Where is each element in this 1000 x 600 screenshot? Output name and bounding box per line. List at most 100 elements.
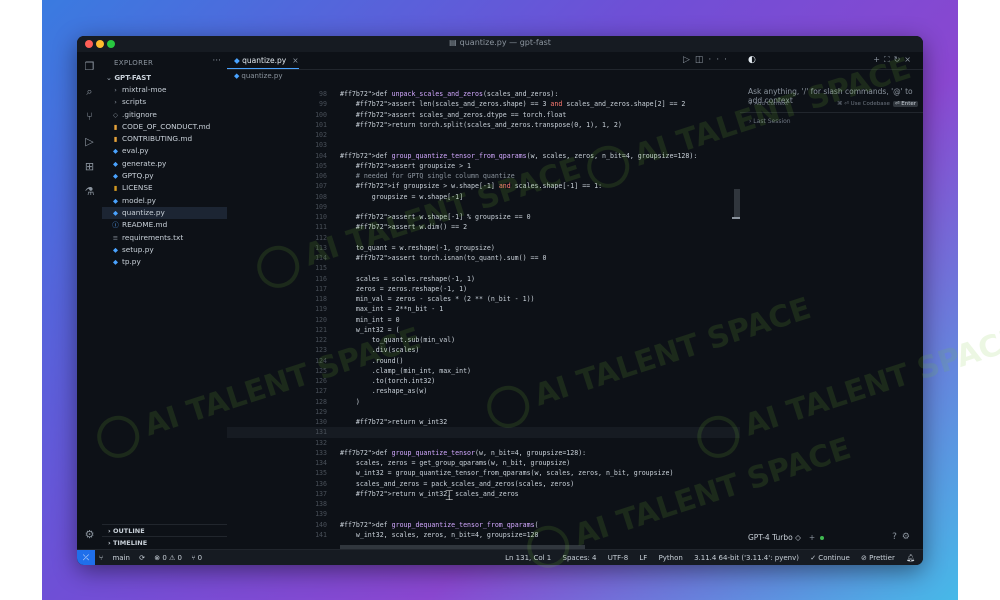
history-icon[interactable]: ↻ — [894, 55, 905, 64]
code-view[interactable]: 98 #ff7b72">def unpack_scales_and_zeros(s… — [227, 89, 740, 540]
code-line[interactable]: 107 #ff7b72">if groupsize > w.shape[-1] … — [227, 181, 740, 191]
model-selector[interactable]: GPT-4 Turbo ◇ + — [748, 533, 825, 542]
file-tree-item[interactable]: ⓘ README.md — [102, 219, 227, 231]
tab-quantize-py[interactable]: ◆ quantize.py × — [227, 52, 299, 69]
last-session-toggle[interactable]: › Last Session — [749, 118, 791, 125]
new-session-icon[interactable]: + — [873, 55, 884, 64]
code-line[interactable]: 99 #ff7b72">assert len(scales_and_zeros.… — [227, 99, 740, 109]
code-line[interactable]: 140 #ff7b72">def group_dequantize_tensor_… — [227, 520, 740, 530]
code-line[interactable]: 111 #ff7b72">assert w.dim() == 2 — [227, 222, 740, 232]
code-line[interactable]: 103 — [227, 140, 740, 150]
file-tree-item[interactable]: ◇ .gitignore — [102, 109, 227, 121]
code-line[interactable]: 121 w_int32 = ( — [227, 325, 740, 335]
workspace-root[interactable]: ⌄ GPT-FAST — [106, 74, 151, 82]
ports-status[interactable]: ⑂ 0 — [191, 554, 202, 562]
code-line[interactable]: 127 .reshape_as(w) — [227, 386, 740, 396]
code-line[interactable]: 126 .to(torch.int32) — [227, 376, 740, 386]
code-line[interactable]: 135 w_int32 = group_quantize_tensor_from… — [227, 468, 740, 478]
code-line[interactable]: 117 zeros = zeros.reshape(-1, 1) — [227, 284, 740, 294]
close-tab-icon[interactable]: × — [292, 56, 298, 65]
source-control-icon[interactable]: ⑂ — [83, 110, 96, 123]
cursor-position[interactable]: Ln 131, Col 1 — [505, 554, 551, 562]
code-line[interactable]: 120 min_int = 0 — [227, 315, 740, 325]
code-line[interactable]: 118 min_val = zeros - scales * (2 ** (n_… — [227, 294, 740, 304]
branch-status[interactable]: ⑂ main ⟳ — [99, 554, 145, 562]
problems-status[interactable]: ⊗ 0 ⚠ 0 — [154, 554, 182, 562]
code-line[interactable]: 105 #ff7b72">assert groupsize > 1 — [227, 161, 740, 171]
extensions-icon[interactable]: ⊞ — [83, 160, 96, 173]
add-context-button[interactable]: + Add Context — [748, 101, 788, 107]
file-tree-item[interactable]: › scripts — [102, 96, 227, 108]
enter-button[interactable]: ⏎ Enter — [892, 101, 918, 107]
code-line[interactable]: 137 #ff7b72">return w_int32, scales_and_… — [227, 489, 740, 499]
code-line[interactable]: 131 — [227, 427, 740, 438]
code-line[interactable]: 101 #ff7b72">return torch.split(scales_a… — [227, 120, 740, 130]
help-icon[interactable]: ? — [892, 532, 902, 542]
code-line[interactable]: 114 #ff7b72">assert torch.isnan(to_quant… — [227, 253, 740, 263]
close-panel-icon[interactable]: × — [904, 55, 915, 64]
files-icon[interactable]: ❐ — [83, 60, 96, 73]
code-line[interactable]: 116 scales = scales.reshape(-1, 1) — [227, 274, 740, 284]
code-line[interactable]: 110 #ff7b72">assert w.shape[-1] % groups… — [227, 212, 740, 222]
code-line[interactable]: 136 scales_and_zeros = pack_scales_and_z… — [227, 479, 740, 489]
code-line[interactable]: 124 .round() — [227, 356, 740, 366]
code-line[interactable]: 128 ) — [227, 397, 740, 407]
use-codebase-button[interactable]: ⌘ ⏎ Use Codebase — [837, 101, 890, 107]
code-line[interactable]: 138 — [227, 499, 740, 509]
code-line[interactable]: 134 scales, zeros = get_group_qparams(w,… — [227, 458, 740, 468]
code-line[interactable]: 106 # needed for GPTQ single column quan… — [227, 171, 740, 181]
code-line[interactable]: 119 max_int = 2**n_bit - 1 — [227, 304, 740, 314]
file-tree-item[interactable]: ◆ model.py — [102, 195, 227, 207]
settings-gear-icon[interactable]: ⚙ — [83, 528, 96, 541]
code-line[interactable]: 125 .clamp_(min_int, max_int) — [227, 366, 740, 376]
code-line[interactable]: 112 — [227, 233, 740, 243]
code-line[interactable]: 102 — [227, 130, 740, 140]
remote-icon[interactable]: ⤫ — [77, 550, 95, 565]
file-tree-item[interactable]: ◆ GPTQ.py — [102, 170, 227, 182]
add-model-icon[interactable]: + — [809, 533, 815, 542]
timeline-section[interactable]: › TIMELINE — [102, 536, 227, 548]
python-interpreter[interactable]: 3.11.4 64-bit ('3.11.4': pyenv) — [694, 554, 799, 562]
file-tree-item[interactable]: ◆ generate.py — [102, 158, 227, 170]
run-debug-icon[interactable]: ▷ — [83, 135, 96, 148]
code-line[interactable]: 141 w_int32, scales, zeros, n_bit=4, gro… — [227, 530, 740, 540]
continue-status[interactable]: ✓ Continue — [810, 554, 850, 562]
prettier-status[interactable]: ⊘ Prettier — [861, 554, 895, 562]
code-line[interactable]: 100 #ff7b72">assert scales_and_zeros.dty… — [227, 110, 740, 120]
encoding[interactable]: UTF-8 — [608, 554, 628, 562]
indentation[interactable]: Spaces: 4 — [563, 554, 597, 562]
code-line[interactable]: 132 — [227, 438, 740, 448]
code-line[interactable]: 122 to_quant.sub(min_val) — [227, 335, 740, 345]
breadcrumb[interactable]: ◆ quantize.py — [234, 72, 282, 80]
code-line[interactable]: 109 — [227, 202, 740, 212]
split-editor-icon[interactable]: ◫ — [695, 55, 709, 65]
flask-icon[interactable]: ⚗ — [83, 185, 96, 198]
file-tree-item[interactable]: ▮ LICENSE — [102, 182, 227, 194]
code-line[interactable]: 115 — [227, 263, 740, 273]
code-line[interactable]: 129 — [227, 407, 740, 417]
more-actions-icon[interactable]: ··· — [212, 56, 221, 66]
language-mode[interactable]: Python — [659, 554, 683, 562]
file-tree-item[interactable]: ◆ quantize.py — [102, 206, 227, 220]
notifications-bell-icon[interactable]: 🔔︎ — [906, 554, 915, 562]
code-line[interactable]: 104 #ff7b72">def group_quantize_tensor_fr… — [227, 151, 740, 161]
file-tree-item[interactable]: ≡ requirements.txt — [102, 232, 227, 244]
file-tree-item[interactable]: ◆ tp.py — [102, 256, 227, 268]
code-line[interactable]: 108 groupsize = w.shape[-1] — [227, 192, 740, 202]
code-line[interactable]: 130 #ff7b72">return w_int32 — [227, 417, 740, 427]
search-icon[interactable]: ⌕ — [83, 85, 96, 98]
code-line[interactable]: 98 #ff7b72">def unpack_scales_and_zeros(s… — [227, 89, 740, 99]
file-tree-item[interactable]: › mixtral-moe — [102, 84, 227, 96]
gear-icon[interactable]: ⚙ — [902, 532, 915, 542]
code-line[interactable]: 123 .div(scales) — [227, 345, 740, 355]
file-tree-item[interactable]: ◆ eval.py — [102, 145, 227, 157]
run-icon[interactable]: ▷ — [683, 55, 695, 65]
code-line[interactable]: 133 #ff7b72">def group_quantize_tensor(w,… — [227, 448, 740, 458]
file-tree-item[interactable]: ▮ CODE_OF_CONDUCT.md — [102, 121, 227, 133]
file-tree-item[interactable]: ▮ CONTRIBUTING.md — [102, 133, 227, 145]
more-icon[interactable]: ··· — [708, 55, 732, 65]
fullscreen-icon[interactable]: ⛶ — [884, 55, 894, 64]
code-line[interactable]: 139 — [227, 509, 740, 519]
end-of-line[interactable]: LF — [639, 554, 647, 562]
file-tree-item[interactable]: ◆ setup.py — [102, 244, 227, 256]
